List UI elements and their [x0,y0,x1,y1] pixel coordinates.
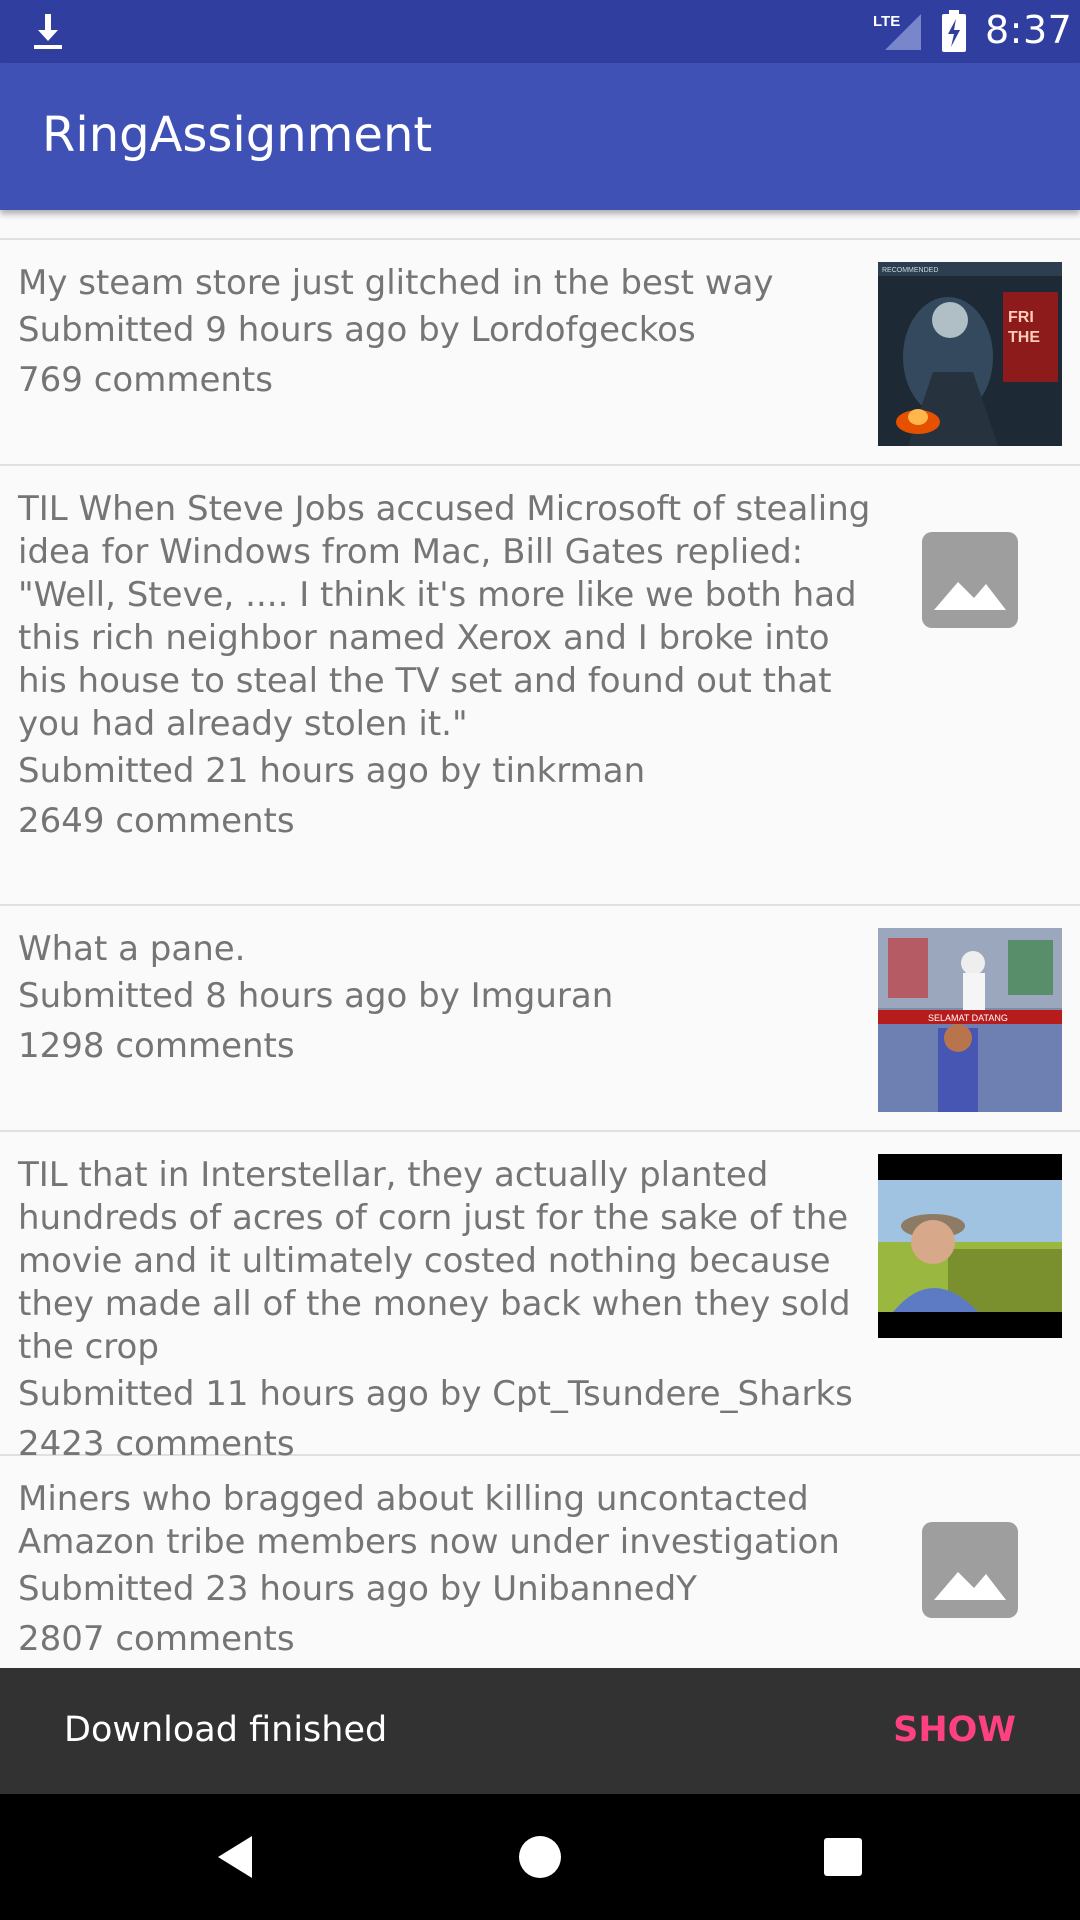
post-title: TIL that in Interstellar, they actually … [18,1155,851,1367]
post-thumbnail[interactable]: RECOMMENDED FRI THE [878,262,1062,446]
storefront-photo: SELAMAT DATANG [878,928,1062,1112]
back-icon[interactable] [212,1832,262,1882]
status-clock: 8:37 [985,8,1073,52]
list-item[interactable]: My steam store just glitched in the best… [0,240,1080,466]
battery-charging-icon [942,10,966,52]
post-text: TIL When Steve Jobs accused Microsoft of… [18,488,880,846]
post-title: Miners who bragged about killing unconta… [18,1479,840,1562]
app-bar: RingAssignment [0,63,1080,210]
snackbar: Download finished SHOW [0,1668,1080,1794]
post-submitted: Submitted 23 hours ago by UnibannedY [18,1569,697,1609]
post-comments: 2807 comments [18,1619,295,1659]
home-icon[interactable] [515,1832,565,1882]
post-text: Miners who bragged about killing unconta… [18,1478,880,1664]
post-list[interactable]: My steam store just glitched in the best… [0,210,1080,1668]
svg-text:THE: THE [1008,329,1040,346]
man-in-field-photo [878,1154,1062,1338]
post-thumbnail[interactable]: SELAMAT DATANG [878,928,1062,1112]
post-submitted: Submitted 8 hours ago by Imguran [18,976,614,1016]
post-text: What a pane. Submitted 8 hours ago by Im… [18,928,880,1071]
post-submitted: Submitted 21 hours ago by tinkrman [18,751,646,791]
post-submitted: Submitted 9 hours ago by Lordofgeckos [18,310,696,350]
navigation-bar [0,1794,1080,1920]
post-title: What a pane. [18,929,246,969]
list-item[interactable]: TIL When Steve Jobs accused Microsoft of… [0,466,1080,906]
post-text: TIL that in Interstellar, they actually … [18,1154,880,1469]
game-promo-image: RECOMMENDED FRI THE [878,262,1062,446]
thumb-label-selamat: SELAMAT DATANG [928,1013,1008,1023]
lte-signal-icon: LTE [873,13,921,50]
status-bar: LTE 8:37 [0,0,1080,63]
list-item[interactable]: TIL that in Interstellar, they actually … [0,1132,1080,1464]
post-comments: 1298 comments [18,1026,295,1066]
list-item-clipped [0,210,1080,240]
post-comments: 2649 comments [18,801,295,841]
download-icon [34,14,62,49]
image-placeholder-icon[interactable] [922,532,1018,628]
image-placeholder-icon[interactable] [922,1522,1018,1618]
post-title: TIL When Steve Jobs accused Microsoft of… [18,489,871,744]
snackbar-message: Download finished [64,1710,388,1750]
post-title: My steam store just glitched in the best… [18,263,774,303]
recents-icon[interactable] [818,1832,868,1882]
post-text: My steam store just glitched in the best… [18,262,880,405]
lte-label: LTE [873,13,900,30]
app-title: RingAssignment [42,107,433,163]
snackbar-show-button[interactable]: SHOW [893,1710,1016,1750]
post-submitted: Submitted 11 hours ago by Cpt_Tsundere_S… [18,1374,853,1414]
post-thumbnail[interactable] [878,1154,1062,1338]
list-item[interactable]: Miners who bragged about killing unconta… [0,1456,1080,1668]
svg-text:FRI: FRI [1008,309,1034,326]
list-item[interactable]: What a pane. Submitted 8 hours ago by Im… [0,906,1080,1132]
thumb-label-recommended: RECOMMENDED [882,267,938,274]
post-comments: 769 comments [18,360,273,400]
